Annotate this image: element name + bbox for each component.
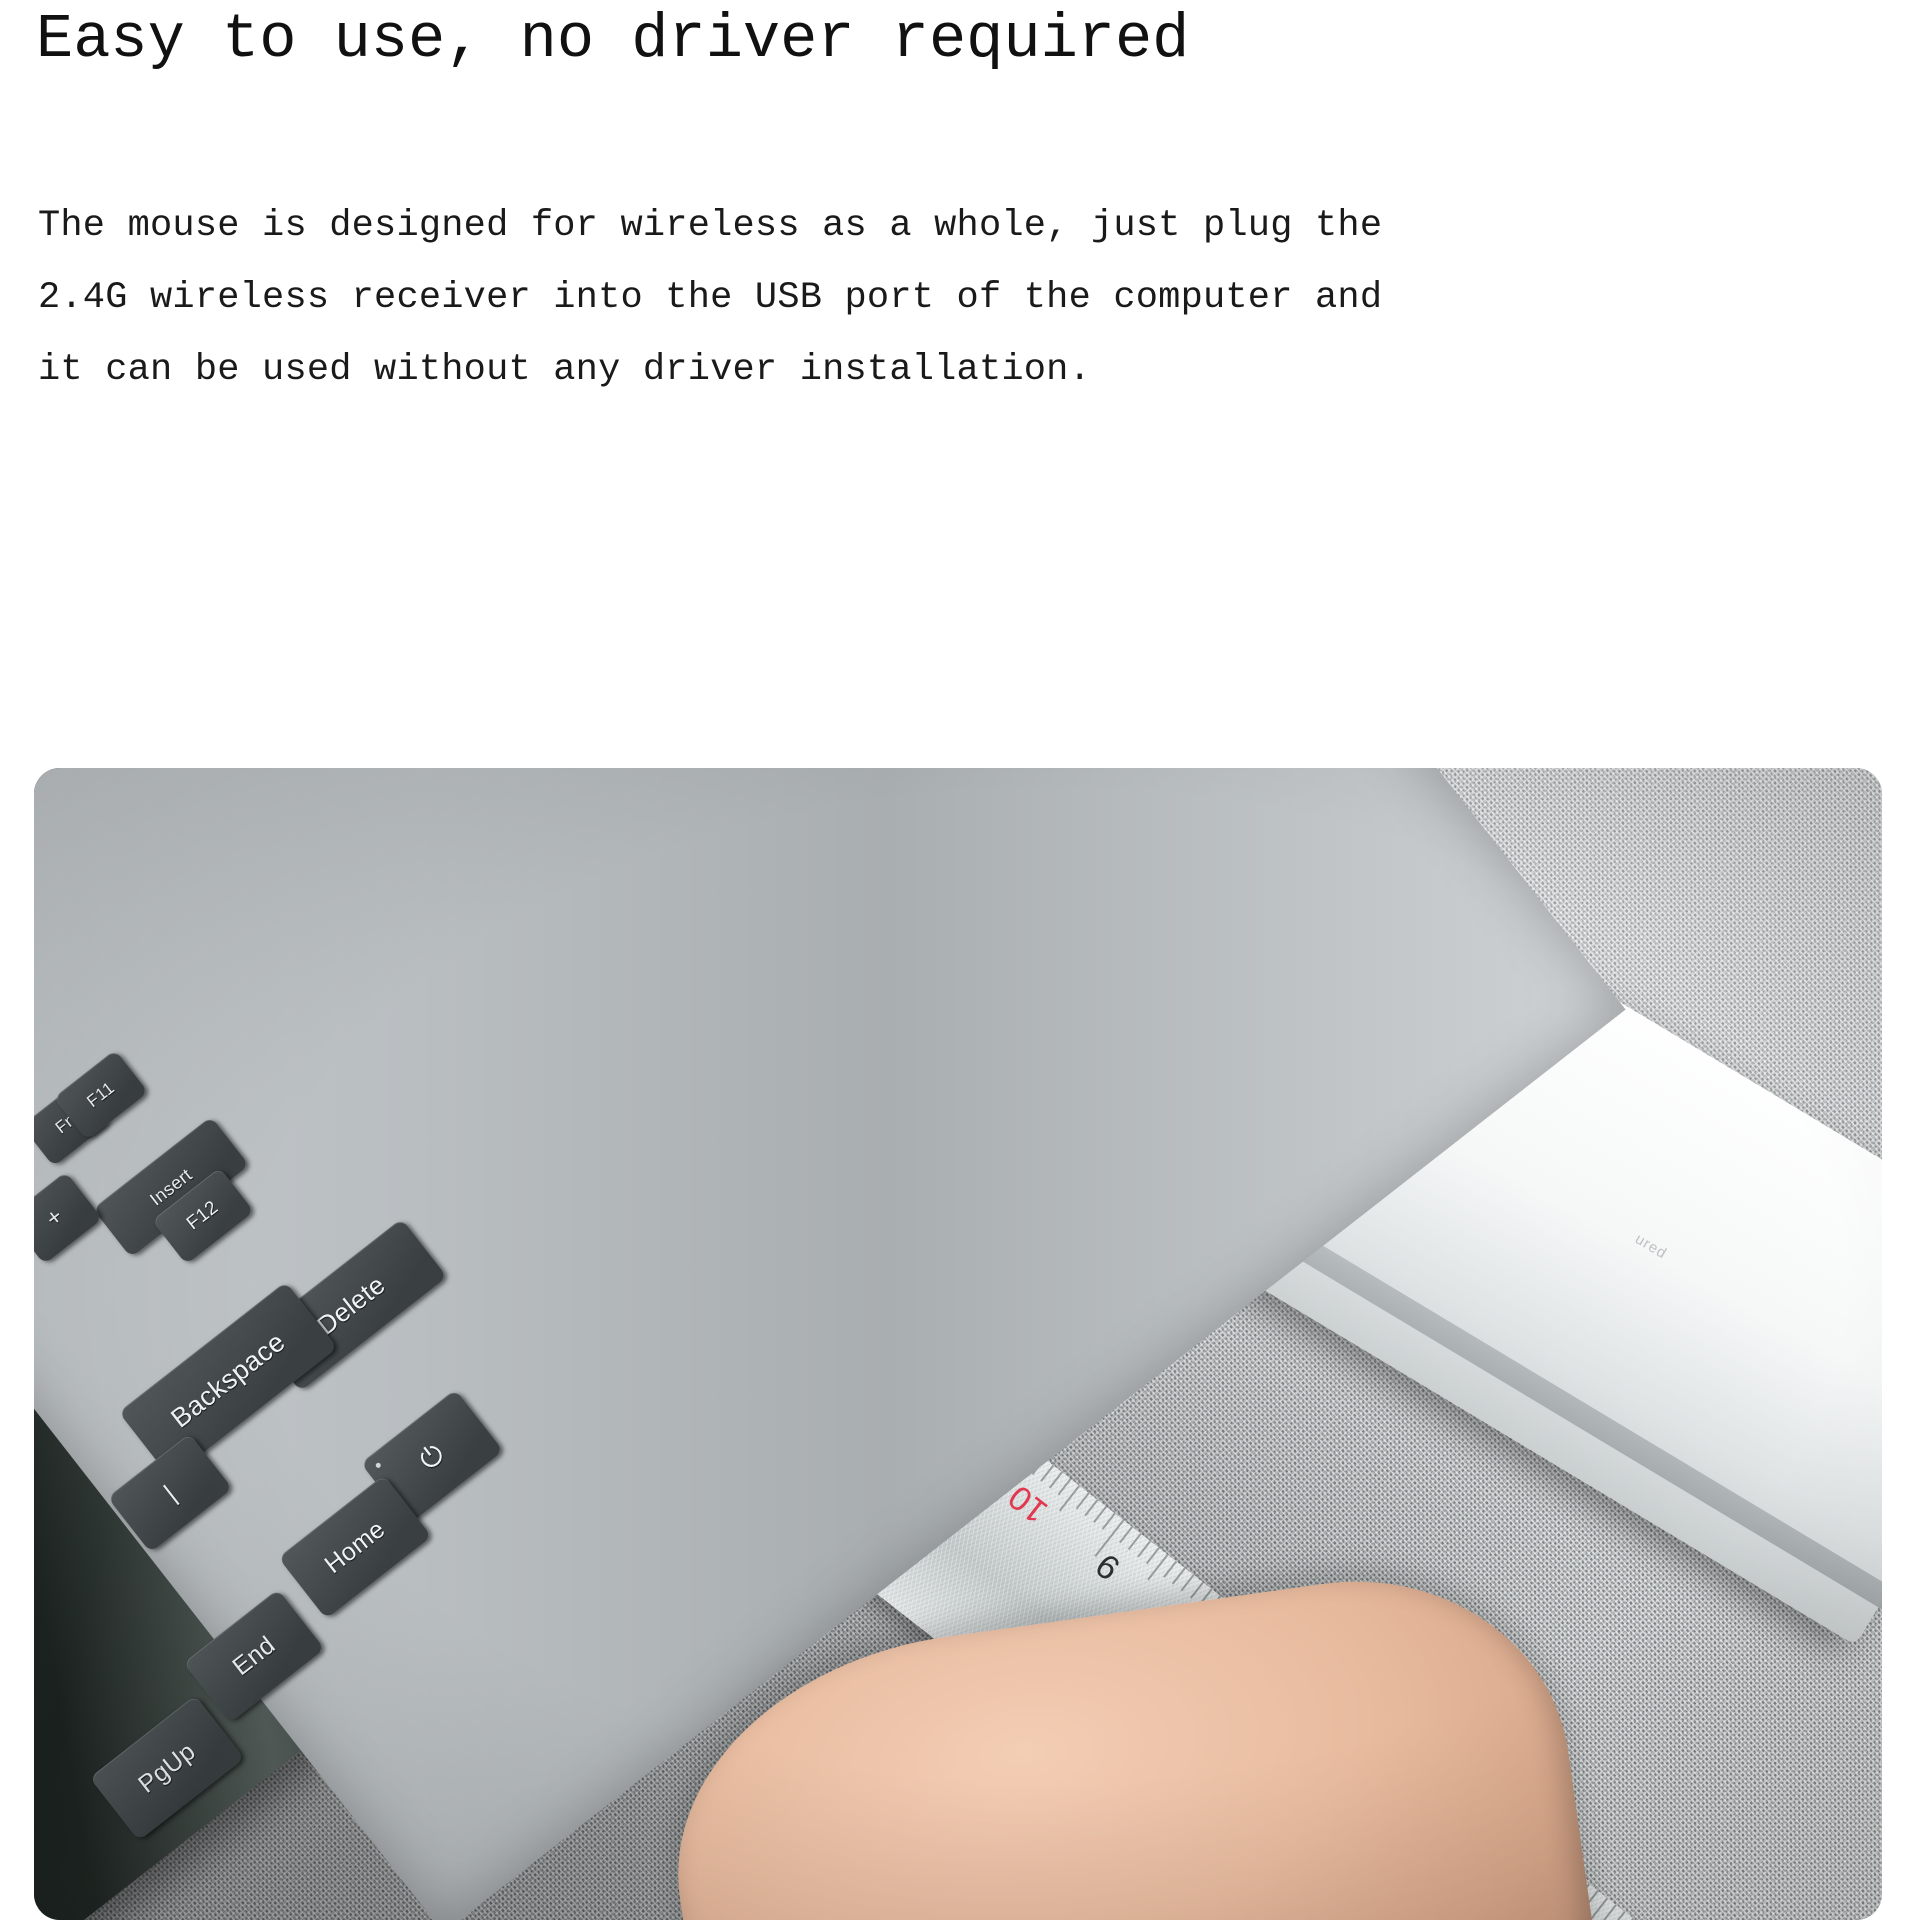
page-title: Easy to use, no driver required (36, 4, 1190, 75)
description-line-1: The mouse is designed for wireless as a … (38, 205, 1383, 247)
product-feature-page: Easy to use, no driver required The mous… (0, 0, 1920, 1920)
photo-scene: rel ured ured 3211098765432 F11InsertF12… (34, 768, 1882, 1920)
key-indicator-dot (374, 1461, 382, 1469)
description-line-3: it can be used without any driver instal… (38, 349, 1091, 391)
description-line-2: 2.4G wireless receiver into the USB port… (38, 277, 1383, 319)
description-paragraph: The mouse is designed for wireless as a … (38, 190, 1488, 406)
product-photo: rel ured ured 3211098765432 F11InsertF12… (34, 768, 1882, 1920)
